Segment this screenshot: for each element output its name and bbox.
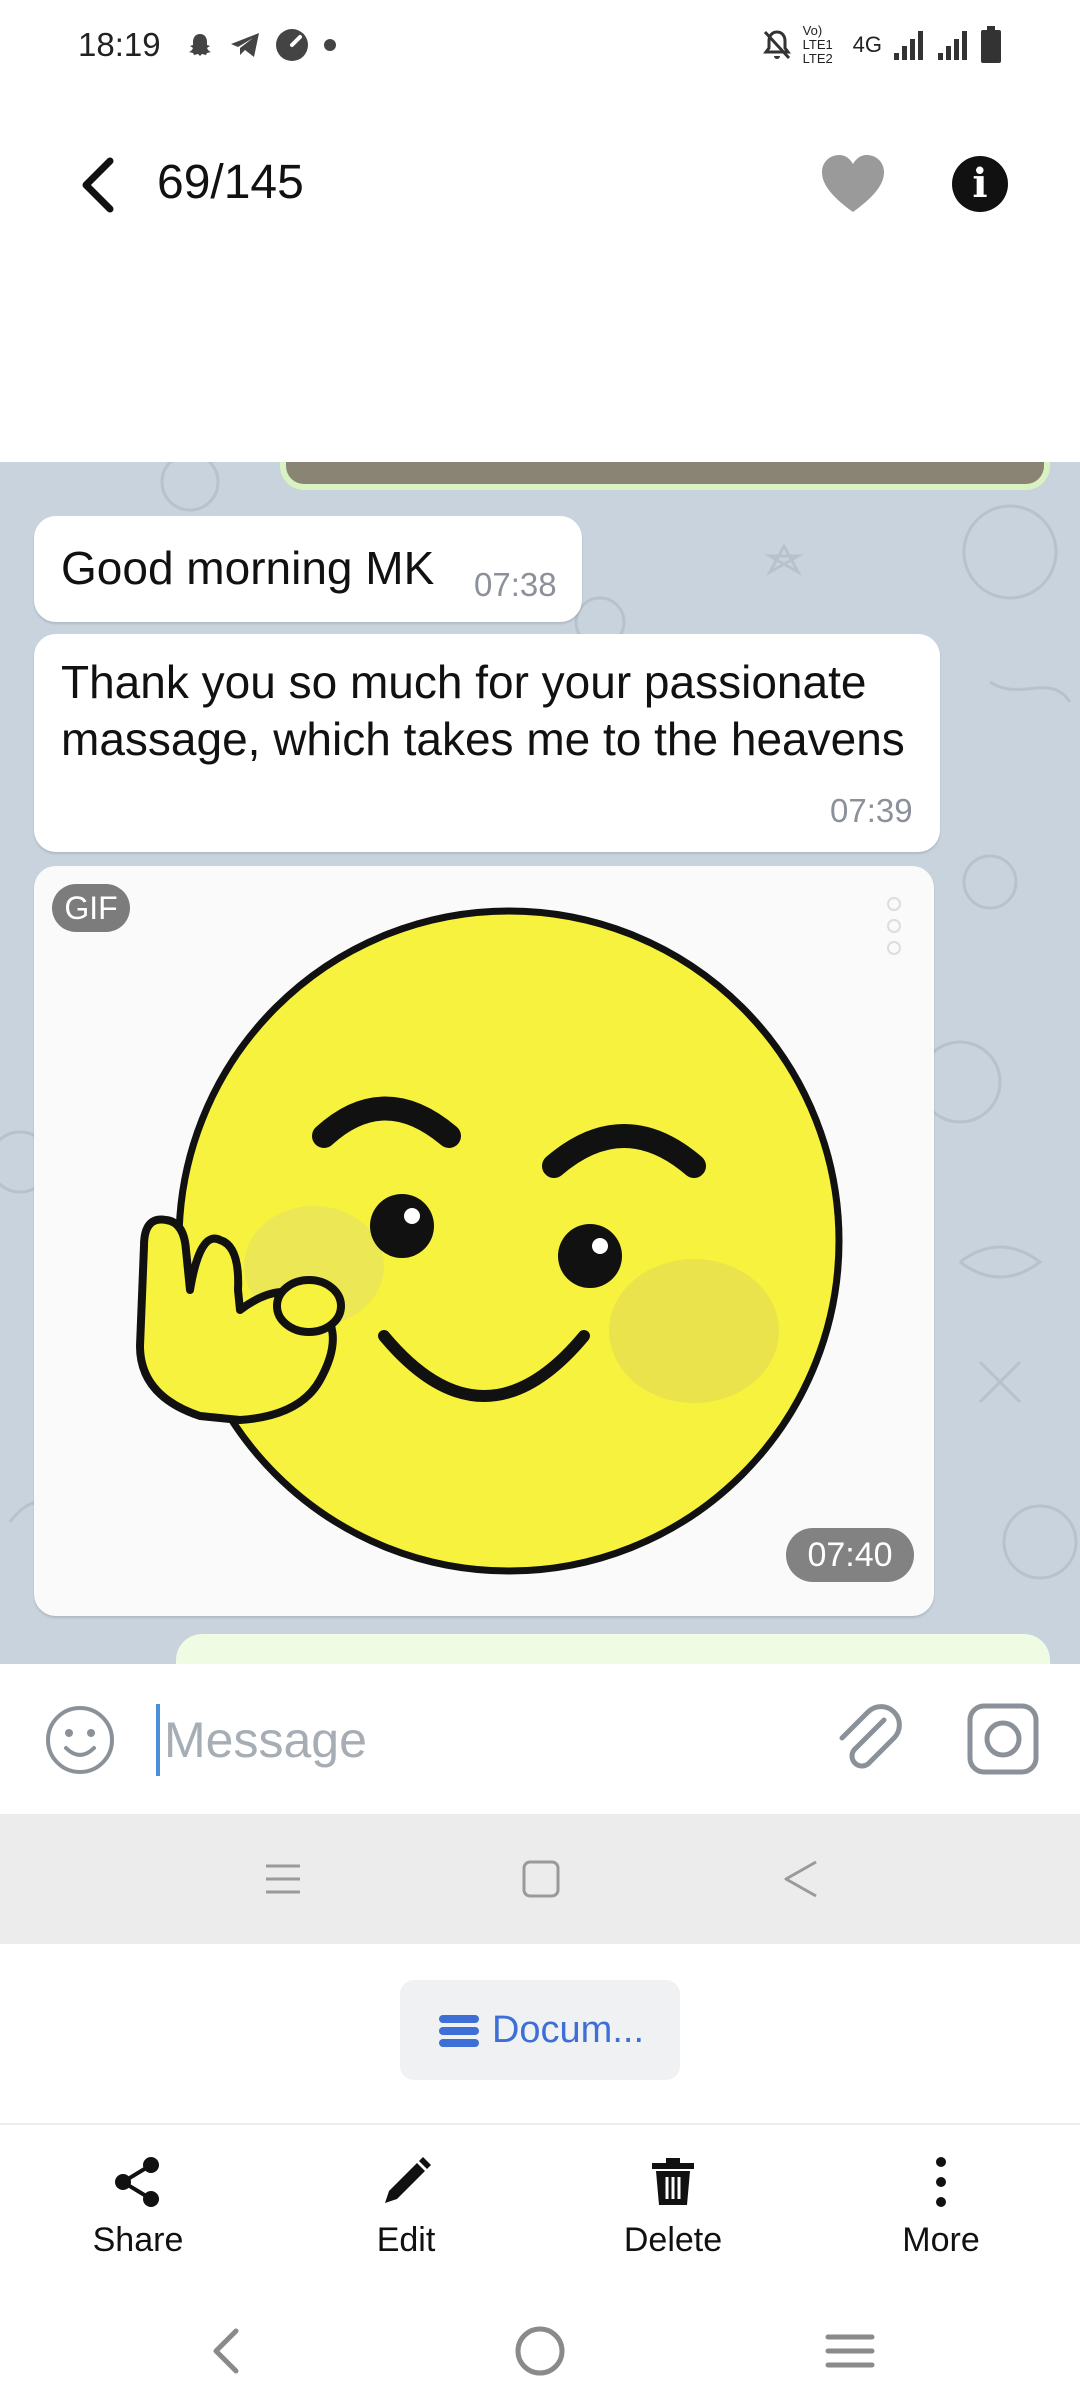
share-icon <box>115 2157 159 2207</box>
message-time: 07:38 <box>474 566 557 603</box>
camera-icon[interactable] <box>966 1702 1040 1776</box>
media-counter: 69/145 <box>157 156 304 209</box>
more-button[interactable]: More <box>841 2155 1041 2275</box>
delete-label: Delete <box>623 2221 723 2259</box>
system-navigation-bar <box>0 2295 1080 2408</box>
recent-apps-icon <box>266 1864 300 1894</box>
home-circle-icon[interactable] <box>512 2323 568 2379</box>
more-vertical-icon <box>936 2157 946 2207</box>
edit-button[interactable]: Edit <box>306 2155 506 2275</box>
notification-icons <box>185 28 337 62</box>
chat-preview[interactable]: Good morning MK 07:38 Thank you so much … <box>0 462 1080 1664</box>
message-bubble[interactable]: Thank you so much for your passionate ma… <box>34 634 940 852</box>
winking-ok-hand-emoji-gif <box>136 907 843 1575</box>
document-area: Docum... <box>0 1944 1080 2124</box>
more-label: More <box>902 2221 980 2259</box>
back-arrow-icon <box>82 157 114 213</box>
back-button[interactable] <box>68 152 128 218</box>
favorite-button[interactable] <box>818 150 888 220</box>
paperclip-icon[interactable] <box>832 1702 904 1778</box>
media-viewer-header: 69/145 i <box>0 130 1080 240</box>
share-label: Share <box>92 2221 184 2259</box>
heart-icon <box>822 155 884 212</box>
pencil-icon <box>385 2157 431 2203</box>
status-time: 18:19 <box>78 26 161 63</box>
gif-badge: GIF <box>52 884 130 932</box>
back-chevron-icon[interactable] <box>200 2323 256 2379</box>
signal-icon <box>894 31 923 60</box>
share-button[interactable]: Share <box>38 2155 238 2275</box>
battery-icon <box>981 26 1001 63</box>
next-outgoing-message[interactable] <box>176 1634 1050 1664</box>
more-vertical-icon[interactable] <box>884 896 904 956</box>
edit-label: Edit <box>376 2221 436 2259</box>
system-status-icons: Vo) LTE1 LTE2 4G <box>761 24 1002 66</box>
document-icon <box>438 2015 479 2047</box>
message-text: Thank you so much for your passionate ma… <box>61 656 905 765</box>
message-input[interactable] <box>156 1704 756 1776</box>
message-bubble[interactable]: Good morning MK 07:38 <box>34 516 582 622</box>
network-type: 4G <box>852 32 882 57</box>
delete-button[interactable]: Delete <box>573 2155 773 2275</box>
message-time: 07:39 <box>830 792 913 829</box>
home-square-icon <box>522 1860 560 1898</box>
status-bar: 18:19 Vo) LTE1 LTE2 4G <box>0 0 1080 90</box>
snapchat-icon <box>188 34 211 56</box>
recents-icon[interactable] <box>822 2323 878 2379</box>
inner-navigation-bar <box>0 1814 1080 1944</box>
document-button[interactable]: Docum... <box>400 1980 680 2080</box>
message-time: 07:40 <box>786 1528 914 1582</box>
trash-icon <box>652 2158 694 2205</box>
message-composer <box>0 1664 1080 1814</box>
document-label: Docum... <box>491 2008 645 2051</box>
telegram-icon <box>230 33 259 57</box>
message-text: Good morning MK <box>61 542 435 594</box>
mute-icon <box>762 30 791 60</box>
emoji-icon[interactable] <box>44 1704 116 1776</box>
gif-message-bubble[interactable]: GIF 07:40 <box>34 866 934 1616</box>
previous-photo-message[interactable] <box>280 462 1050 490</box>
speedometer-icon <box>275 29 308 61</box>
back-triangle-icon <box>784 1860 817 1898</box>
info-button[interactable]: i <box>952 156 1008 212</box>
dot-icon <box>323 39 336 51</box>
volte-label: Vo) LTE1 LTE2 <box>802 23 833 66</box>
gallery-action-bar: Share Edit Delete More <box>0 2125 1080 2295</box>
signal-icon <box>938 31 967 60</box>
info-icon: i <box>972 160 988 207</box>
